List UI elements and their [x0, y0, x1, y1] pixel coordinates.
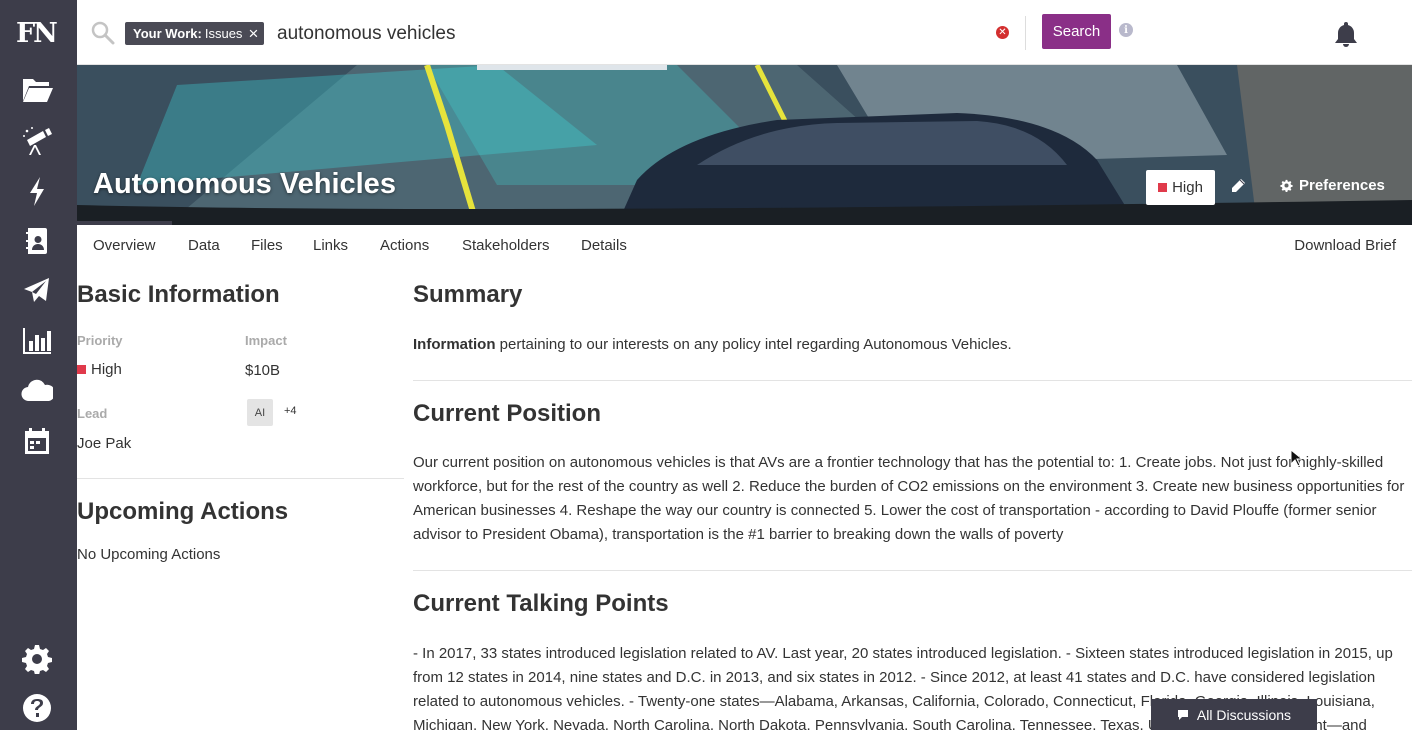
issue-tabs: Overview Data Files Links Actions Stakeh…: [77, 221, 1412, 267]
summary-heading: Summary: [413, 281, 523, 308]
clear-search-icon[interactable]: ✕: [996, 26, 1009, 39]
priority-value-text: High: [91, 361, 122, 378]
cloud-icon[interactable]: [20, 376, 54, 406]
priority-badge-label: High: [1172, 179, 1203, 196]
tab-overview[interactable]: Overview: [93, 237, 156, 254]
current-position-heading: Current Position: [413, 400, 602, 427]
lead-label: Lead: [77, 406, 108, 421]
help-icon[interactable]: [20, 693, 54, 723]
issue-title: Autonomous Vehicles: [93, 168, 396, 200]
priority-color-swatch: [1158, 183, 1168, 192]
upcoming-actions-heading: Upcoming Actions: [77, 498, 289, 525]
scope-filter-chip[interactable]: Your Work: Issues ×: [125, 22, 265, 45]
priority-color-swatch: [77, 365, 86, 374]
preferences-label: Preferences: [1299, 177, 1385, 194]
chat-icon: [1177, 710, 1188, 720]
fn-logo[interactable]: FN: [16, 18, 60, 49]
all-discussions-label: All Discussions: [1196, 706, 1292, 723]
left-sidebar: FN: [0, 0, 77, 730]
notification-bell-icon[interactable]: [1333, 20, 1359, 48]
summary-bold-lead: Information: [413, 336, 496, 353]
gear-icon: [1280, 179, 1293, 192]
summary-body: pertaining to our interests on any polic…: [495, 336, 1012, 353]
send-icon[interactable]: [20, 276, 54, 306]
summary-text: Information pertaining to our interests …: [413, 333, 1403, 357]
avatar[interactable]: AI: [247, 399, 273, 426]
mouse-cursor: [1290, 449, 1302, 467]
bar-chart-icon[interactable]: [20, 326, 54, 356]
tab-actions[interactable]: Actions: [380, 237, 429, 254]
tab-data[interactable]: Data: [188, 237, 220, 254]
priority-value: High: [77, 361, 122, 378]
gear-icon[interactable]: [20, 644, 54, 674]
priority-badge[interactable]: High: [1146, 170, 1215, 205]
basic-information-heading: Basic Information: [77, 281, 280, 308]
info-icon[interactable]: i: [1119, 23, 1133, 37]
search-button[interactable]: Search: [1042, 14, 1111, 49]
download-brief-link[interactable]: Download Brief: [1294, 237, 1396, 254]
all-discussions-button[interactable]: All Discussions: [1151, 699, 1317, 730]
divider: [413, 380, 1412, 381]
divider: [413, 570, 1412, 571]
no-upcoming-actions-text: No Upcoming Actions: [77, 546, 221, 563]
tab-files[interactable]: Files: [251, 237, 283, 254]
current-position-text: Our current position on autonomous vehic…: [413, 454, 1405, 543]
tab-links[interactable]: Links: [313, 237, 348, 254]
tab-details[interactable]: Details: [581, 237, 627, 254]
search-icon: [91, 21, 115, 45]
chip-prefix: Your Work:: [133, 26, 202, 41]
impact-label: Impact: [245, 333, 287, 348]
edit-pencil-icon[interactable]: [1229, 177, 1247, 195]
active-tab-indicator: [77, 221, 172, 225]
lead-value: Joe Pak: [77, 435, 132, 452]
divider: [1025, 16, 1026, 50]
chip-value: Issues: [204, 26, 243, 41]
impact-value: $10B: [245, 362, 281, 379]
talking-points-heading: Current Talking Points: [413, 590, 669, 617]
bolt-icon[interactable]: [20, 176, 54, 206]
folder-icon[interactable]: [20, 75, 54, 105]
divider: [77, 478, 404, 479]
telescope-icon[interactable]: [20, 126, 54, 156]
chip-remove-icon[interactable]: ×: [248, 25, 258, 42]
priority-label: Priority: [77, 333, 123, 348]
search-bar: Your Work: Issues × ✕ Search i: [77, 0, 1412, 65]
tab-stakeholders[interactable]: Stakeholders: [462, 237, 550, 254]
issue-banner: Autonomous Vehicles High Preferences: [77, 65, 1412, 225]
search-input[interactable]: [277, 18, 977, 50]
contacts-icon[interactable]: [20, 226, 54, 256]
more-leads-count[interactable]: +4: [284, 405, 297, 417]
calendar-icon[interactable]: [20, 426, 54, 456]
preferences-button[interactable]: Preferences: [1280, 177, 1385, 194]
